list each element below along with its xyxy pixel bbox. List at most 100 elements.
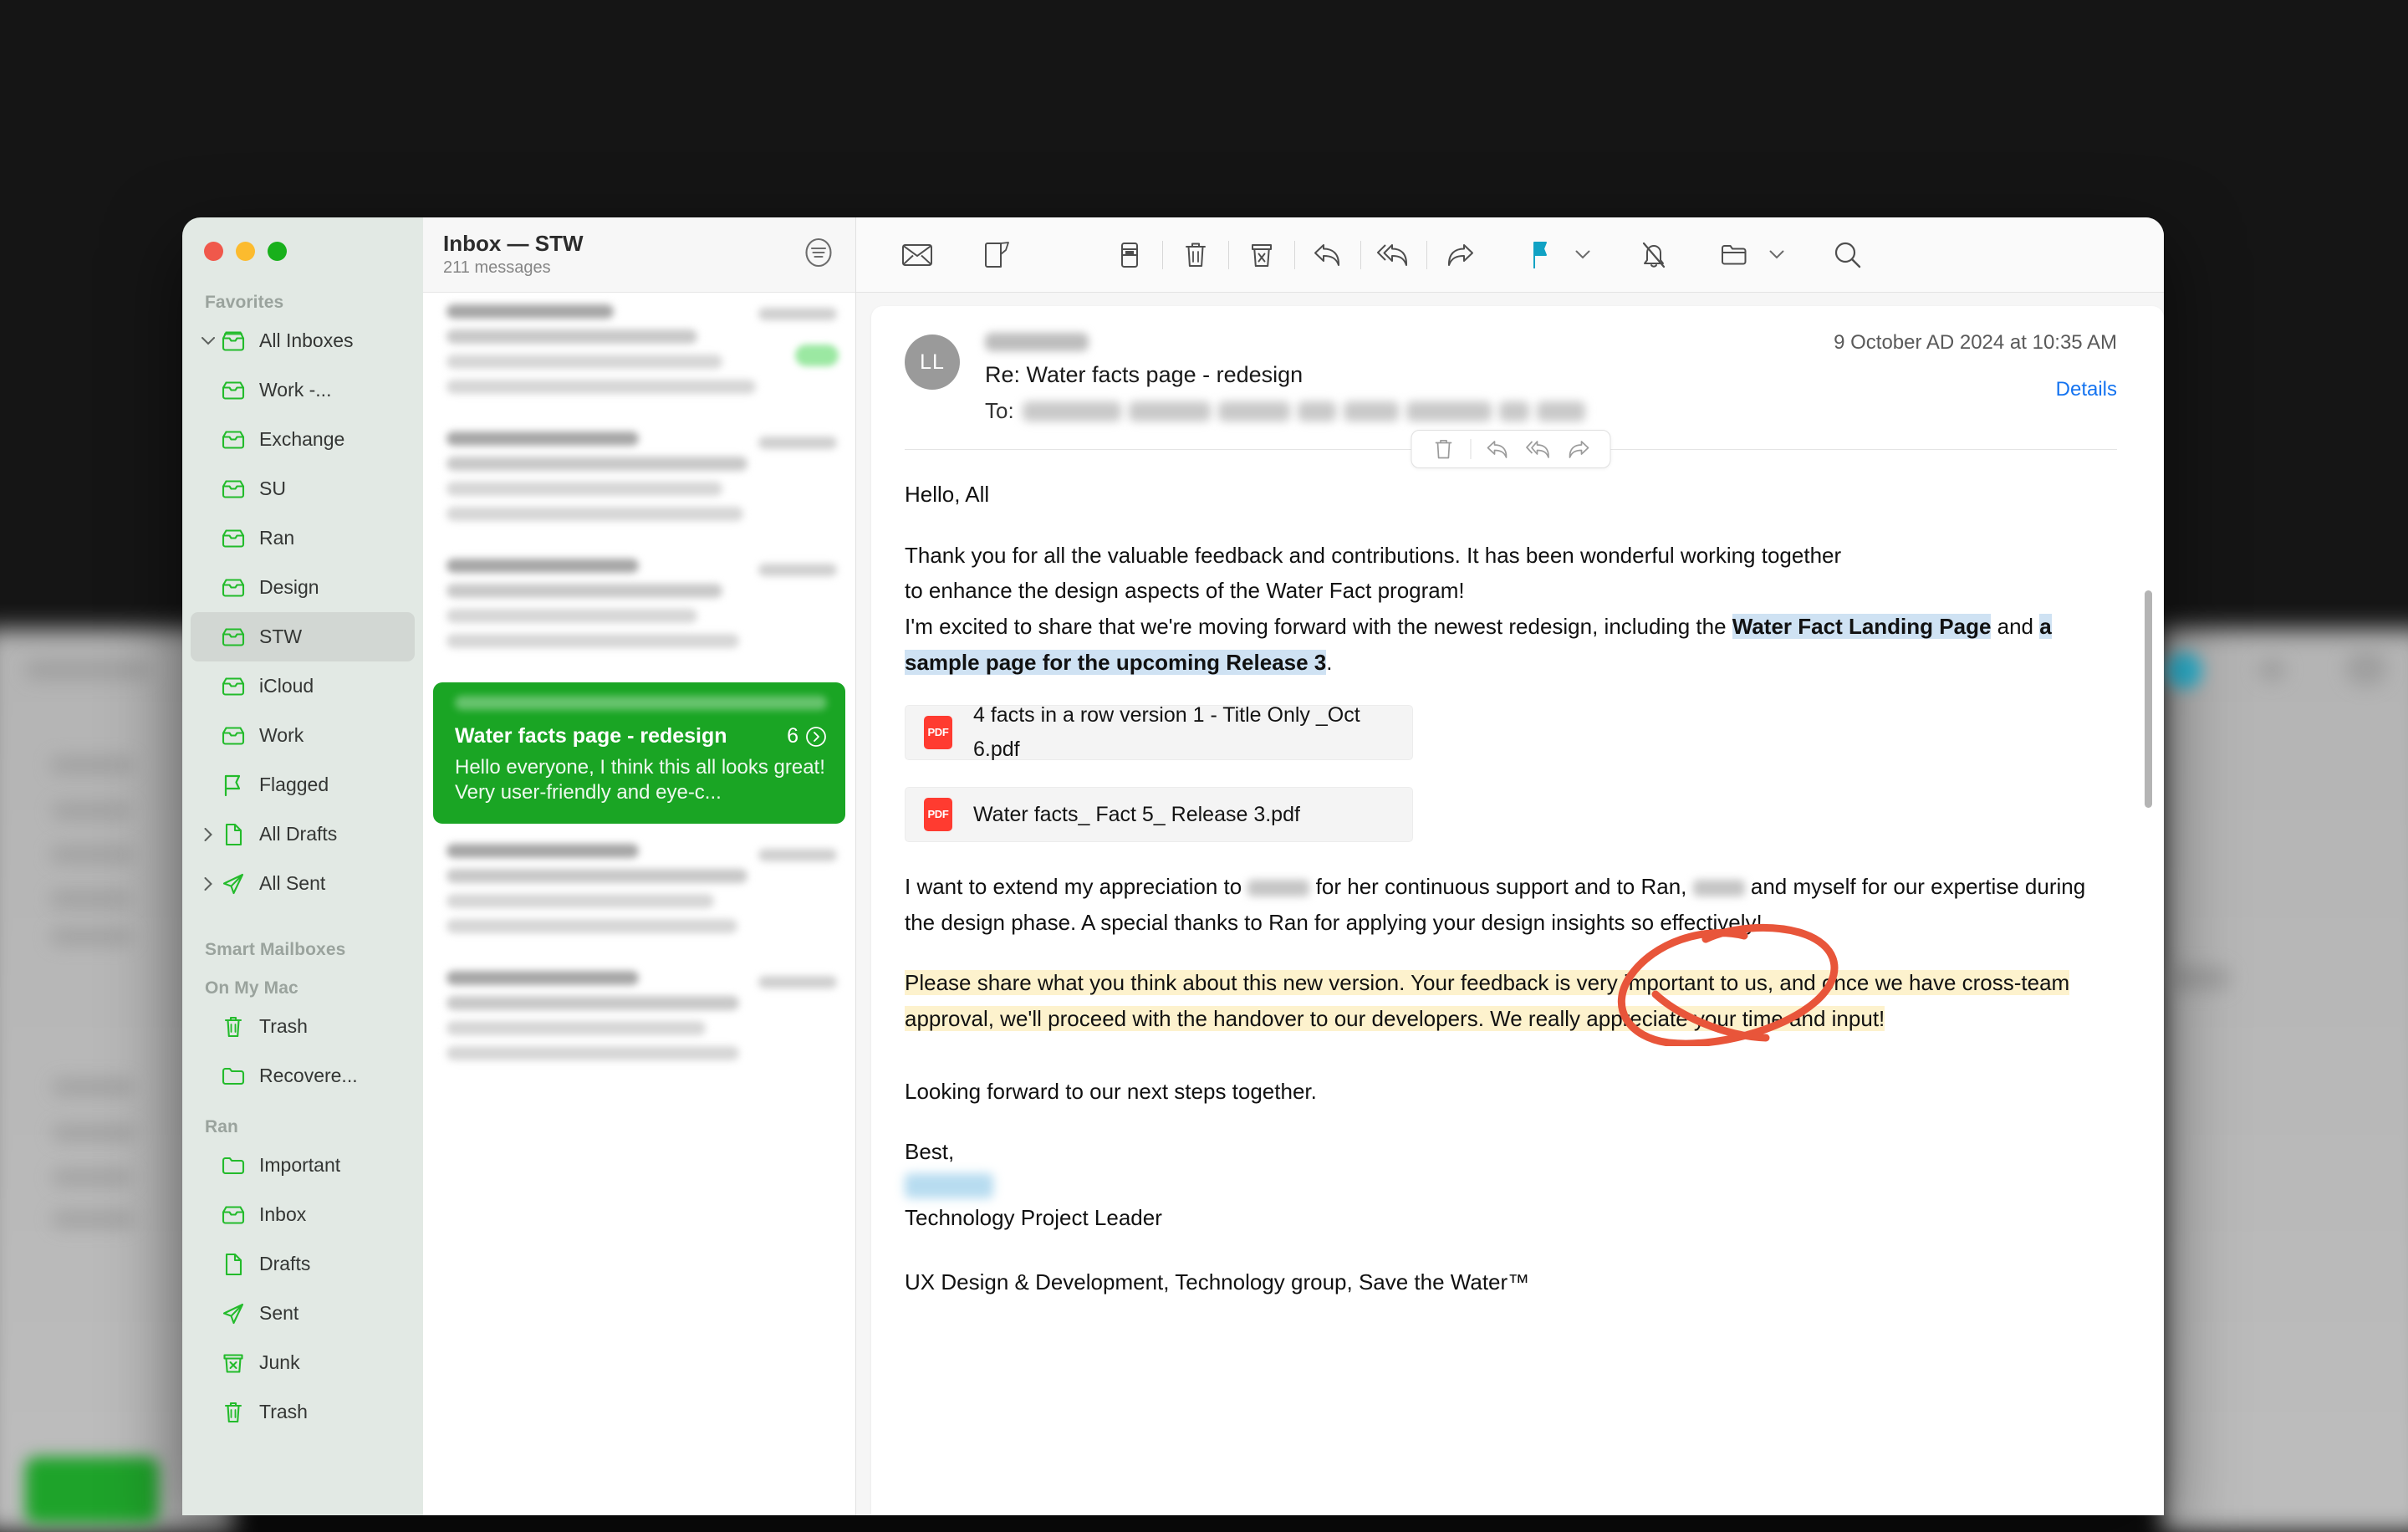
chevron-down-icon[interactable] <box>199 337 217 345</box>
message-hover-actions[interactable] <box>1411 430 1611 468</box>
mail-window: Favorites All Inboxes Work -... <box>182 217 2164 1515</box>
sidebar-item-design[interactable]: Design <box>191 563 415 612</box>
background-blur-blob <box>52 1079 134 1095</box>
inbox-icon <box>219 575 247 600</box>
recipient-redacted <box>1537 401 1585 421</box>
sidebar-item-icloud[interactable]: iCloud <box>191 661 415 711</box>
mute-icon[interactable] <box>1628 232 1680 278</box>
background-teal-dot <box>2166 652 2202 689</box>
zoom-button[interactable] <box>268 242 287 261</box>
sidebar-item-recovered[interactable]: Recovere... <box>191 1051 415 1100</box>
desktop-background: Favorites All Inboxes Work -... <box>0 0 2408 1515</box>
window-controls <box>182 231 423 261</box>
reply-all-icon[interactable] <box>1368 232 1420 278</box>
thread-count: 6 <box>787 724 827 748</box>
sidebar-item-trash-mac[interactable]: Trash <box>191 1002 415 1051</box>
sidebar-item-label: All Drafts <box>259 823 337 845</box>
folder-icon <box>219 1153 247 1178</box>
list-item[interactable] <box>423 420 855 547</box>
inbox-icon <box>219 427 247 452</box>
sidebar-item-important[interactable]: Important <box>191 1141 415 1190</box>
details-link[interactable]: Details <box>2056 378 2117 401</box>
close-button[interactable] <box>204 242 223 261</box>
background-green-row <box>25 1457 159 1524</box>
sidebar-item-all-drafts[interactable]: All Drafts <box>191 809 415 859</box>
minimize-button[interactable] <box>236 242 255 261</box>
sidebar-item-label: Inbox <box>259 1203 306 1226</box>
sidebar-item-junk-ran[interactable]: Junk <box>191 1338 415 1387</box>
highlighted-text-blue: Water Fact Landing Page <box>1732 614 1992 639</box>
sidebar-item-label: All Sent <box>259 872 325 895</box>
message-list-selected-item[interactable]: Water facts page - redesign 6 Hello ever… <box>433 682 845 824</box>
sidebar-item-work-dash[interactable]: Work -... <box>191 365 415 415</box>
compose-icon[interactable] <box>972 232 1023 278</box>
message-header: LL Re: Water facts page - redesign To: <box>905 328 2117 424</box>
sidebar-item-drafts-ran[interactable]: Drafts <box>191 1239 415 1289</box>
recipient-redacted <box>1298 401 1336 421</box>
flag-icon[interactable] <box>1514 232 1566 278</box>
sidebar-item-ran[interactable]: Ran <box>191 513 415 563</box>
sidebar-item-exchange[interactable]: Exchange <box>191 415 415 464</box>
sidebar-section-ran: Ran <box>182 1117 423 1141</box>
inbox-icon <box>219 526 247 551</box>
forward-icon[interactable] <box>1560 433 1597 465</box>
inbox-icon <box>219 477 247 502</box>
delete-icon[interactable] <box>1170 232 1222 278</box>
sidebar-item-label: Sent <box>259 1302 298 1325</box>
sidebar-item-all-sent[interactable]: All Sent <box>191 859 415 908</box>
junk-icon[interactable] <box>1236 232 1288 278</box>
list-item[interactable] <box>423 959 855 1086</box>
reply-all-icon[interactable] <box>1520 433 1557 465</box>
message-subject: Water facts page - redesign <box>455 724 727 748</box>
pdf-icon: PDF <box>924 798 952 831</box>
message-list-body[interactable]: Water facts page - redesign 6 Hello ever… <box>423 293 855 1515</box>
mark-unread-icon[interactable] <box>891 232 943 278</box>
recipient-redacted <box>1129 401 1211 421</box>
recipient-redacted <box>1023 401 1121 421</box>
forward-icon[interactable] <box>1434 232 1486 278</box>
chevron-right-icon[interactable] <box>199 877 217 891</box>
background-blur-blob <box>52 803 131 820</box>
sidebar-item-trash-ran[interactable]: Trash <box>191 1387 415 1437</box>
inbox-icon <box>219 625 247 650</box>
background-blur-blob <box>50 757 134 774</box>
sidebar-item-flagged[interactable]: Flagged <box>191 760 415 809</box>
pdf-icon: PDF <box>924 716 952 749</box>
sidebar-item-inbox-ran[interactable]: Inbox <box>191 1190 415 1239</box>
search-icon[interactable] <box>1822 232 1874 278</box>
reply-icon[interactable] <box>1480 433 1517 465</box>
avatar: LL <box>905 334 960 390</box>
message-preview: Hello everyone, I think this all looks g… <box>455 755 827 805</box>
delete-icon[interactable] <box>1426 433 1462 465</box>
inbox-icon <box>219 329 247 354</box>
list-item[interactable] <box>423 547 855 674</box>
sidebar-item-label: Recovere... <box>259 1065 358 1087</box>
paragraph-line: to enhance the design aspects of the Wat… <box>905 578 1465 603</box>
sidebar-item-stw[interactable]: STW <box>191 612 415 661</box>
sidebar-section-favorites: Favorites <box>182 293 423 316</box>
list-item[interactable] <box>423 832 855 959</box>
attachment-item[interactable]: PDF 4 facts in a row version 1 - Title O… <box>905 705 1413 760</box>
message-list-pane: Inbox — STW 211 messages <box>423 217 856 1515</box>
move-to-folder-icon[interactable] <box>1708 232 1760 278</box>
sidebar-item-work[interactable]: Work <box>191 711 415 760</box>
archive-icon[interactable] <box>1104 232 1156 278</box>
inbox-icon <box>219 378 247 403</box>
sender-name-redacted <box>985 333 1089 351</box>
sidebar-item-su[interactable]: SU <box>191 464 415 513</box>
chevron-right-icon[interactable] <box>199 828 217 841</box>
filter-icon[interactable] <box>802 236 835 273</box>
chevron-down-icon[interactable] <box>1760 232 1793 278</box>
attachment-item[interactable]: PDF Water facts_ Fact 5_ Release 3.pdf <box>905 787 1413 842</box>
sidebar-item-label: Exchange <box>259 428 344 451</box>
list-item[interactable] <box>423 293 855 420</box>
reading-pane-scrollbar[interactable] <box>2145 590 2152 808</box>
sidebar-item-label: Flagged <box>259 774 329 796</box>
sidebar-item-all-inboxes[interactable]: All Inboxes <box>191 316 415 365</box>
reply-icon[interactable] <box>1302 232 1354 278</box>
document-icon <box>219 822 247 847</box>
paper-plane-icon <box>219 871 247 896</box>
sidebar-item-sent-ran[interactable]: Sent <box>191 1289 415 1338</box>
chevron-down-icon[interactable] <box>1566 232 1599 278</box>
message-list-header: Inbox — STW 211 messages <box>423 217 855 293</box>
